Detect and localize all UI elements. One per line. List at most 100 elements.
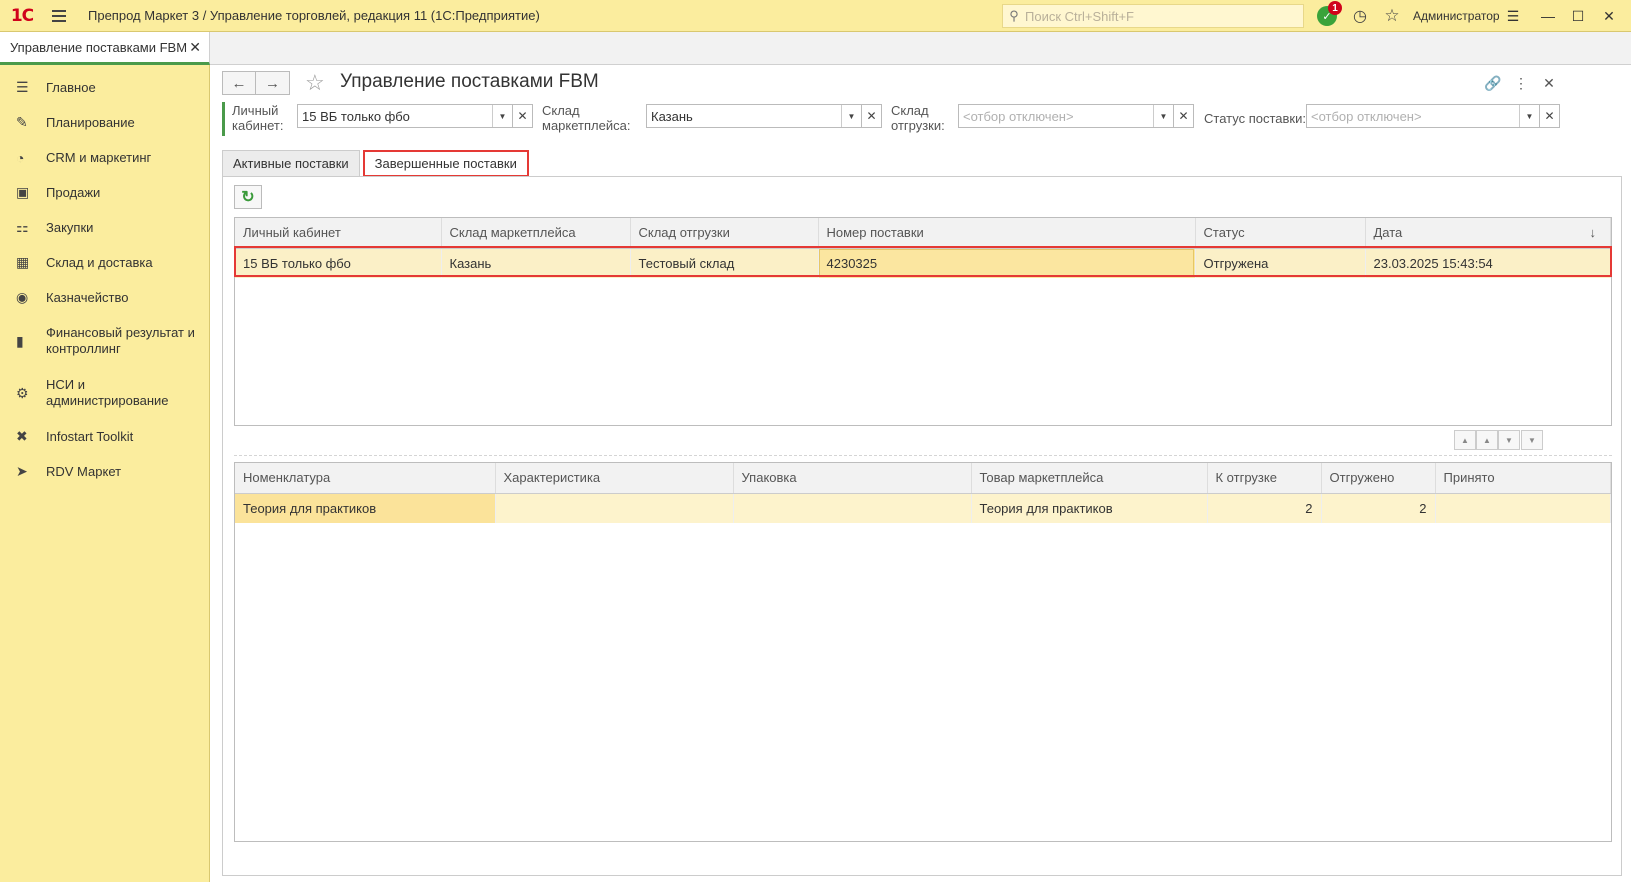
clear-status-icon[interactable]: ✕ (1540, 104, 1560, 128)
1c-logo[interactable]: 1С (0, 0, 44, 32)
rocket-icon: ➤ (16, 463, 28, 479)
cell-package[interactable] (733, 493, 972, 523)
search-input[interactable] (1025, 8, 1295, 24)
table-header-row: Номенклатура Характеристика Упаковка Тов… (235, 463, 1611, 494)
cell-item[interactable]: Теория для практиков (235, 493, 496, 523)
cell-ship-warehouse[interactable]: Тестовый склад (630, 248, 819, 278)
close-tab-icon[interactable]: ✕ (189, 39, 201, 56)
scroll-down-icon[interactable]: ▼ (1498, 430, 1520, 450)
sidebar-item-main[interactable]: ☰ Главное (0, 70, 209, 105)
back-arrow-icon[interactable]: ← (222, 71, 256, 95)
scroll-last-icon[interactable]: ▼ (1521, 430, 1543, 450)
column-header-ship-warehouse[interactable]: Склад отгрузки (630, 218, 819, 249)
history-nav: ← → (222, 71, 290, 95)
cell-cabinet[interactable]: 15 ВБ только фбо (235, 248, 442, 278)
column-header-item[interactable]: Номенклатура (235, 463, 496, 494)
mp-warehouse-value[interactable]: Казань (647, 105, 841, 127)
grid-icon: ▦ (16, 254, 30, 270)
cell-mp-item[interactable]: Теория для практиков (971, 493, 1208, 523)
notifications-button[interactable]: ✓ 1 (1316, 1, 1342, 27)
status-field[interactable]: <отбор отключен> ▼ (1306, 104, 1540, 128)
cell-to-ship[interactable]: 2 (1207, 493, 1322, 523)
splitter[interactable] (234, 455, 1612, 456)
close-window-button[interactable]: ✕ (1596, 4, 1622, 28)
global-search[interactable]: ⚲ (1002, 4, 1304, 28)
chevron-down-icon[interactable]: ▼ (1153, 105, 1173, 127)
maximize-button[interactable]: ☐ (1565, 4, 1591, 28)
sidebar-item-crm[interactable]: ◔ CRM и маркетинг (0, 140, 209, 175)
column-header-shipped[interactable]: Отгружено (1321, 463, 1436, 494)
sidebar-item-finance[interactable]: ▮ Финансовый результат и контроллинг (0, 315, 209, 367)
sidebar-item-label: CRM и маркетинг (46, 150, 152, 165)
column-header-accepted[interactable]: Принято (1435, 463, 1611, 494)
status-label: Статус поставки: (1204, 111, 1306, 126)
cell-number[interactable]: 4230325 (818, 248, 1196, 278)
cell-date[interactable]: 23.03.2025 15:43:54 (1365, 248, 1611, 278)
sidebar-item-sales[interactable]: ▣ Продажи (0, 175, 209, 210)
tab-active-shipments[interactable]: Активные поставки (222, 150, 360, 176)
column-header-cabinet[interactable]: Личный кабинет (235, 218, 442, 249)
mp-warehouse-field[interactable]: Казань ▼ (646, 104, 862, 128)
chevron-down-icon[interactable]: ▼ (1519, 105, 1539, 127)
sidebar-item-purchases[interactable]: ⚏ Закупки (0, 210, 209, 245)
cell-accepted[interactable] (1435, 493, 1611, 523)
sidebar-item-label: Продажи (46, 185, 101, 200)
sidebar-item-rdv[interactable]: ➤ RDV Маркет (0, 454, 209, 489)
cabinet-field[interactable]: 15 ВБ только фбо ▼ (297, 104, 513, 128)
column-header-characteristic[interactable]: Характеристика (495, 463, 734, 494)
sidebar-item-label: Infostart Toolkit (46, 429, 134, 444)
ship-warehouse-placeholder[interactable]: <отбор отключен> (959, 105, 1153, 127)
sidebar-item-infostart[interactable]: ✖ Infostart Toolkit (0, 419, 209, 454)
favorites-star-icon[interactable]: ☆ (1381, 5, 1403, 27)
menu-lines-icon: ☰ (16, 79, 29, 95)
sidebar-item-planning[interactable]: ✎ Планирование (0, 105, 209, 140)
cell-shipped[interactable]: 2 (1321, 493, 1436, 523)
scroll-first-icon[interactable]: ▲ (1454, 430, 1476, 450)
table-header-row: Личный кабинет Склад маркетплейса Склад … (235, 218, 1611, 249)
cabinet-value[interactable]: 15 ВБ только фбо (298, 105, 492, 127)
column-header-package[interactable]: Упаковка (733, 463, 972, 494)
column-header-number[interactable]: Номер поставки (818, 218, 1196, 249)
ship-warehouse-field[interactable]: <отбор отключен> ▼ (958, 104, 1174, 128)
sidebar-item-label: Планирование (46, 115, 135, 130)
settings-lines-icon[interactable]: ☰ (1500, 4, 1526, 28)
open-tab-fbm[interactable]: Управление поставками FBM ✕ (0, 32, 210, 65)
link-icon[interactable]: 🔗 (1482, 73, 1504, 93)
cell-mp-warehouse[interactable]: Казань (441, 248, 631, 278)
column-header-mp-warehouse[interactable]: Склад маркетплейса (441, 218, 631, 249)
tab-completed-shipments[interactable]: Завершенные поставки (362, 150, 529, 177)
form-area: ← → ☆ Управление поставками FBM 🔗 ⋮ ✕ Ли… (210, 65, 1631, 882)
status-placeholder[interactable]: <отбор отключен> (1307, 105, 1519, 127)
table-row[interactable]: Теория для практиков Теория для практико… (235, 493, 1611, 523)
main-menu-icon[interactable] (44, 0, 74, 32)
cell-status[interactable]: Отгружена (1195, 248, 1366, 278)
current-user[interactable]: Администратор (1413, 9, 1500, 23)
scroll-up-icon[interactable]: ▲ (1476, 430, 1498, 450)
filter-marker (222, 102, 225, 136)
column-header-status[interactable]: Статус (1195, 218, 1366, 249)
close-form-icon[interactable]: ✕ (1538, 73, 1560, 93)
column-header-to-ship[interactable]: К отгрузке (1207, 463, 1322, 494)
sidebar-item-label: Финансовый результат и контроллинг (46, 325, 195, 356)
table-row[interactable]: 15 ВБ только фбо Казань Тестовый склад 4… (235, 248, 1611, 278)
more-actions-icon[interactable]: ⋮ (1510, 73, 1532, 93)
forward-arrow-icon[interactable]: → (256, 71, 290, 95)
shipment-tabs: Активные поставки Завершенные поставки (222, 150, 529, 177)
sidebar-item-treasury[interactable]: ◉ Казначейство (0, 280, 209, 315)
chevron-down-icon[interactable]: ▼ (841, 105, 861, 127)
sidebar-item-label: RDV Маркет (46, 464, 122, 479)
clear-cabinet-icon[interactable]: ✕ (513, 104, 533, 128)
column-header-date[interactable]: Дата ↓ (1365, 218, 1611, 249)
history-icon[interactable]: ◷ (1349, 5, 1371, 27)
chevron-down-icon[interactable]: ▼ (492, 105, 512, 127)
sidebar-item-warehouse[interactable]: ▦ Склад и доставка (0, 245, 209, 280)
column-header-mp-item[interactable]: Товар маркетплейса (971, 463, 1208, 494)
refresh-icon[interactable]: ↻ (234, 185, 262, 209)
clear-ship-warehouse-icon[interactable]: ✕ (1174, 104, 1194, 128)
ship-warehouse-label: Склад отгрузки: (891, 103, 945, 133)
sidebar-item-admin[interactable]: ⚙ НСИ и администрирование (0, 367, 209, 419)
cell-characteristic[interactable] (495, 493, 734, 523)
minimize-button[interactable]: — (1535, 4, 1561, 28)
clear-mp-warehouse-icon[interactable]: ✕ (862, 104, 882, 128)
add-favorite-star-icon[interactable]: ☆ (305, 70, 325, 96)
